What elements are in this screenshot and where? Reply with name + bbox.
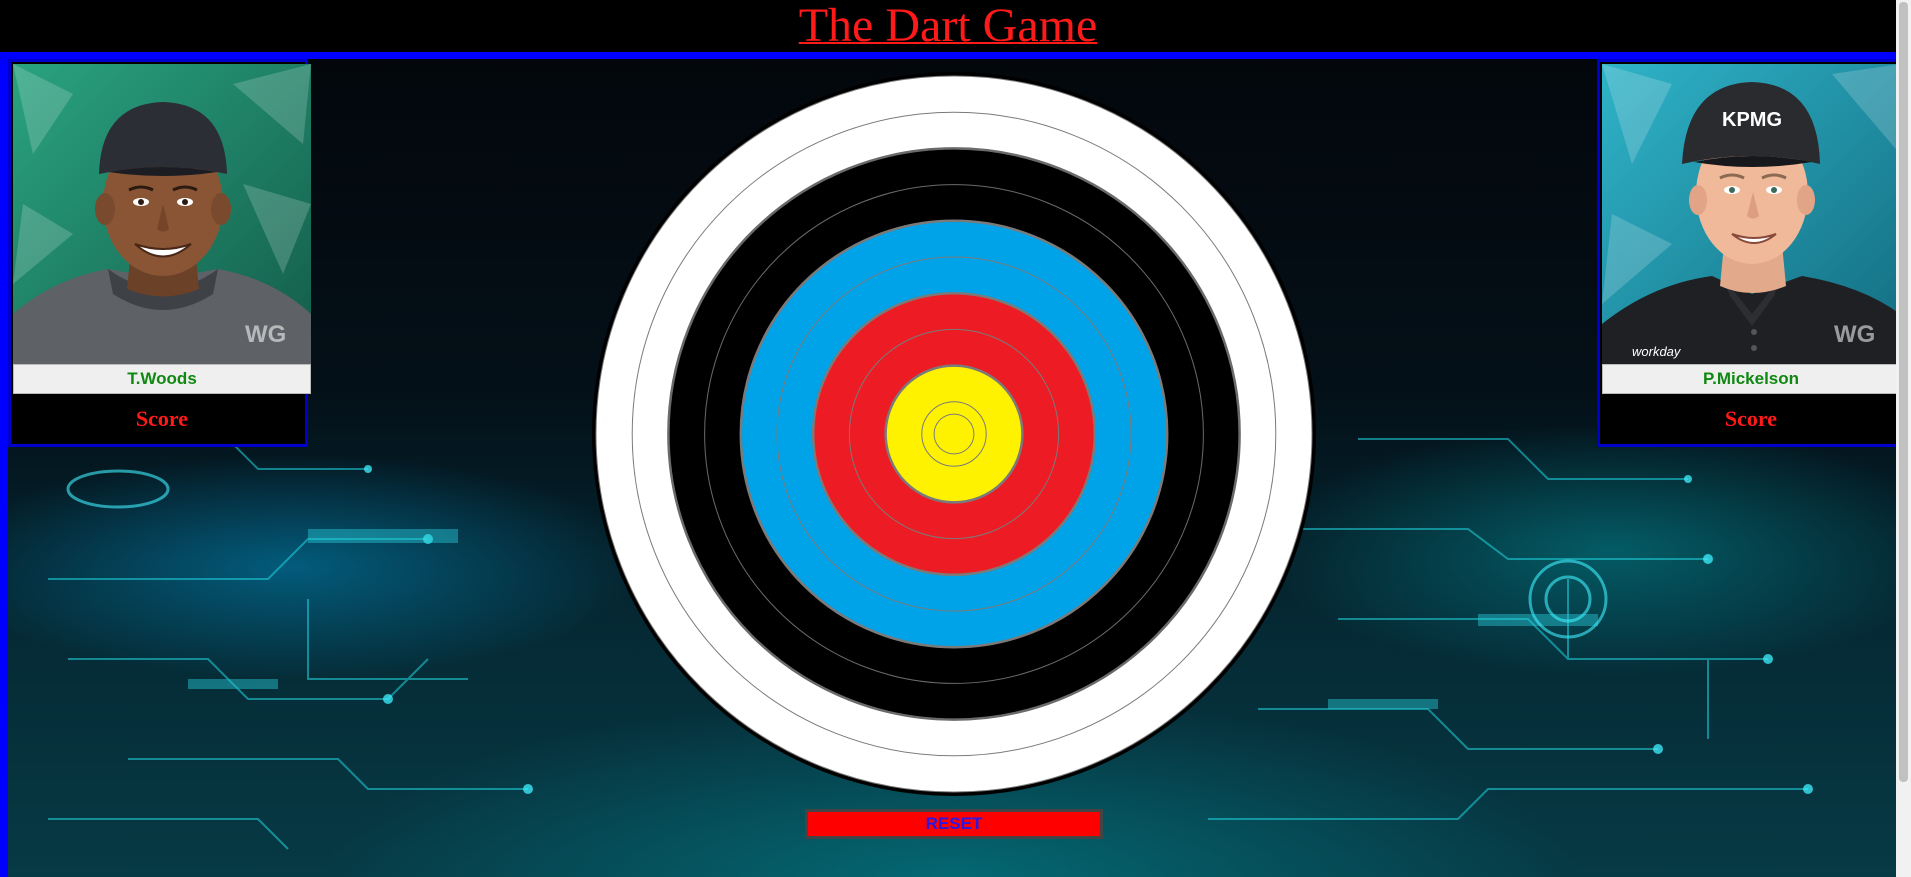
dart-target[interactable] (592, 72, 1316, 796)
left-border (0, 52, 8, 877)
score-label-left: Score (135, 406, 189, 431)
cap-logo: KPMG (1722, 109, 1782, 131)
player-portrait-right: KPMG workday WG (1602, 64, 1900, 364)
header: The Dart Game (0, 0, 1896, 52)
scrollbar-thumb[interactable] (1899, 2, 1908, 782)
game-page: The Dart Game WG T.Woods Score KPMG work… (0, 0, 1911, 877)
score-label-right: Score (1724, 406, 1778, 431)
vertical-scrollbar[interactable] (1896, 0, 1911, 877)
player-portrait-left: WG (13, 64, 311, 364)
page-title[interactable]: The Dart Game (799, 0, 1098, 52)
player-name-right: P.Mickelson (1602, 364, 1900, 394)
player-card-right: KPMG workday WG P.Mickelson Score (1597, 59, 1900, 447)
player-avatar-left: WG (13, 64, 311, 364)
reset-button[interactable]: RESET (805, 809, 1103, 839)
watermark-logo: WG (245, 321, 286, 348)
player-card-left: WG T.Woods Score (8, 59, 311, 447)
header-divider (0, 52, 1896, 59)
shirt-logo: workday (1632, 344, 1682, 359)
player-avatar-right: KPMG workday WG (1602, 64, 1900, 364)
watermark-logo: WG (1834, 321, 1875, 348)
target-ring-10[interactable] (921, 401, 987, 467)
player-name-left: T.Woods (13, 364, 311, 394)
